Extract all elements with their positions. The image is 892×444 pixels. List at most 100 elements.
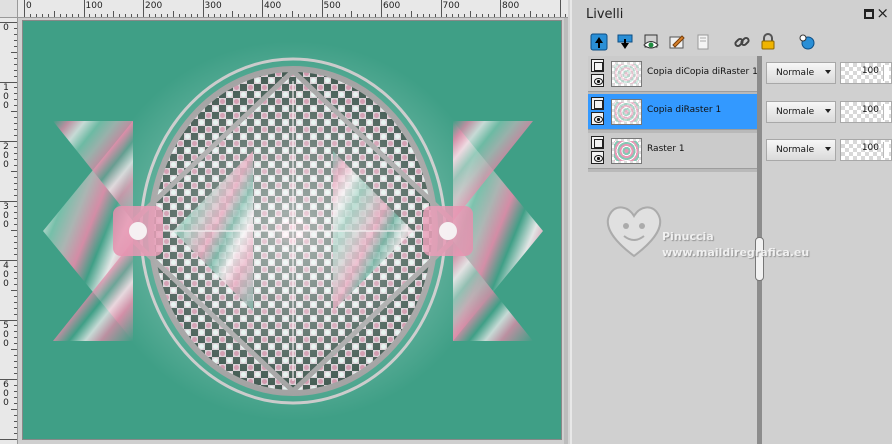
ruler-tick	[559, 0, 561, 17]
ruler-tick	[321, 0, 323, 17]
eye-icon[interactable]	[591, 112, 604, 125]
blend-mode-value: Normale	[776, 107, 815, 117]
ruler-tick	[523, 14, 525, 17]
ruler-tick	[0, 438, 17, 440]
ruler-tick	[14, 426, 17, 428]
layer-name: Copia diRaster 1	[647, 105, 722, 115]
ruler-tick	[226, 14, 228, 17]
ruler-tick	[14, 176, 17, 178]
ruler-tick	[14, 301, 17, 303]
ruler-tick	[267, 14, 269, 17]
ruler-tick	[14, 87, 17, 89]
blend-mode-select[interactable]: Normale	[766, 101, 836, 123]
layer-row-copia-copia-raster-1[interactable]: Copia diCopia diRaster 1	[588, 56, 758, 92]
visibility-toggle-icon[interactable]	[640, 32, 661, 53]
ruler-tick	[41, 14, 43, 17]
ruler-tick	[137, 14, 139, 17]
blend-mode-select[interactable]: Normale	[766, 62, 836, 84]
opacity-field[interactable]: 100	[840, 62, 892, 84]
delete-layer-icon[interactable]	[692, 32, 713, 53]
ruler-tick	[29, 14, 31, 17]
ruler-corner	[0, 0, 18, 18]
ruler-tick	[14, 355, 17, 357]
ruler-tick	[327, 14, 329, 17]
ruler-tick	[250, 14, 252, 17]
ruler-tick	[14, 146, 17, 148]
ruler-tick	[262, 0, 263, 17]
panel-title: Livelli	[586, 7, 624, 22]
lock-icon[interactable]	[757, 32, 778, 53]
ruler-tick	[553, 14, 555, 17]
ruler-tick	[14, 248, 17, 250]
ruler-tick	[482, 14, 484, 17]
ruler-tick	[416, 14, 418, 17]
edit-layer-icon[interactable]	[666, 32, 687, 53]
ruler-tick	[446, 14, 448, 17]
new-layer-icon[interactable]	[588, 32, 609, 53]
ruler-tick	[14, 384, 17, 386]
ruler-tick	[303, 14, 305, 17]
layer-row-raster-1[interactable]: Raster 1	[588, 133, 758, 169]
ruler-tick	[47, 14, 49, 17]
ruler-tick	[511, 14, 513, 17]
ruler-tick	[309, 14, 311, 17]
merge-down-icon[interactable]	[614, 32, 635, 53]
ruler-tick	[464, 14, 466, 17]
panel-menu-icon[interactable]	[864, 9, 874, 19]
ruler-tick	[160, 14, 162, 17]
blend-mode-select[interactable]: Normale	[766, 139, 836, 161]
ruler-tick	[14, 39, 17, 41]
ruler-tick	[369, 14, 371, 17]
eye-icon[interactable]	[591, 74, 604, 87]
layer-thumbnail	[611, 61, 642, 87]
layer-group-icon[interactable]	[591, 59, 604, 72]
canvas-vertical-scrollbar[interactable]	[564, 18, 568, 444]
ruler-tick	[107, 14, 109, 17]
ruler-tick	[14, 33, 17, 35]
ruler-tick	[14, 182, 17, 184]
ruler-tick	[434, 14, 436, 17]
ruler-label: 300	[204, 1, 222, 11]
ruler-tick	[232, 11, 234, 17]
ruler-label: 200	[145, 1, 163, 11]
ruler-tick	[11, 51, 17, 53]
ruler-tick	[14, 57, 17, 59]
eye-icon[interactable]	[591, 151, 604, 164]
watermark-name: Pinuccia	[662, 230, 714, 243]
opacity-slider[interactable]	[883, 142, 889, 158]
ruler-tick	[565, 14, 567, 17]
ruler-tick	[14, 164, 17, 166]
ruler-tick	[24, 0, 25, 17]
opacity-value: 100	[861, 143, 879, 153]
ruler-tick	[184, 14, 186, 17]
image-canvas[interactable]	[22, 20, 562, 440]
opacity-field[interactable]: 100	[840, 139, 892, 161]
canvas-pane: 0 100 200 300 400 500 600 700 800 0 1 0 0 2 0 0 3 0…	[0, 0, 568, 444]
ruler-tick	[14, 212, 17, 214]
ruler-tick	[190, 14, 192, 17]
ruler-tick	[14, 99, 17, 101]
ruler-tick	[422, 14, 424, 17]
ruler-tick	[14, 188, 17, 190]
ruler-tick	[178, 14, 180, 17]
mask-icon[interactable]	[796, 32, 817, 53]
ruler-tick	[14, 402, 17, 404]
ruler-tick	[166, 14, 168, 17]
ruler-tick	[547, 14, 549, 17]
ruler-label: 600	[383, 1, 401, 11]
layer-row-copia-raster-1[interactable]: Copia diRaster 1	[588, 94, 758, 130]
close-icon[interactable]: ×	[876, 4, 889, 22]
ruler-tick	[125, 14, 127, 17]
ruler-tick	[14, 105, 17, 107]
opacity-field[interactable]: 100	[840, 101, 892, 123]
ruler-tick	[14, 331, 17, 333]
opacity-slider[interactable]	[883, 104, 889, 120]
ruler-tick	[208, 14, 210, 17]
ruler-tick	[14, 396, 17, 398]
layer-group-icon[interactable]	[591, 136, 604, 149]
opacity-slider[interactable]	[883, 65, 889, 81]
layer-group-icon[interactable]	[591, 97, 604, 110]
ruler-tick	[14, 27, 17, 29]
link-icon[interactable]	[731, 32, 752, 53]
ruler-tick	[14, 206, 17, 208]
